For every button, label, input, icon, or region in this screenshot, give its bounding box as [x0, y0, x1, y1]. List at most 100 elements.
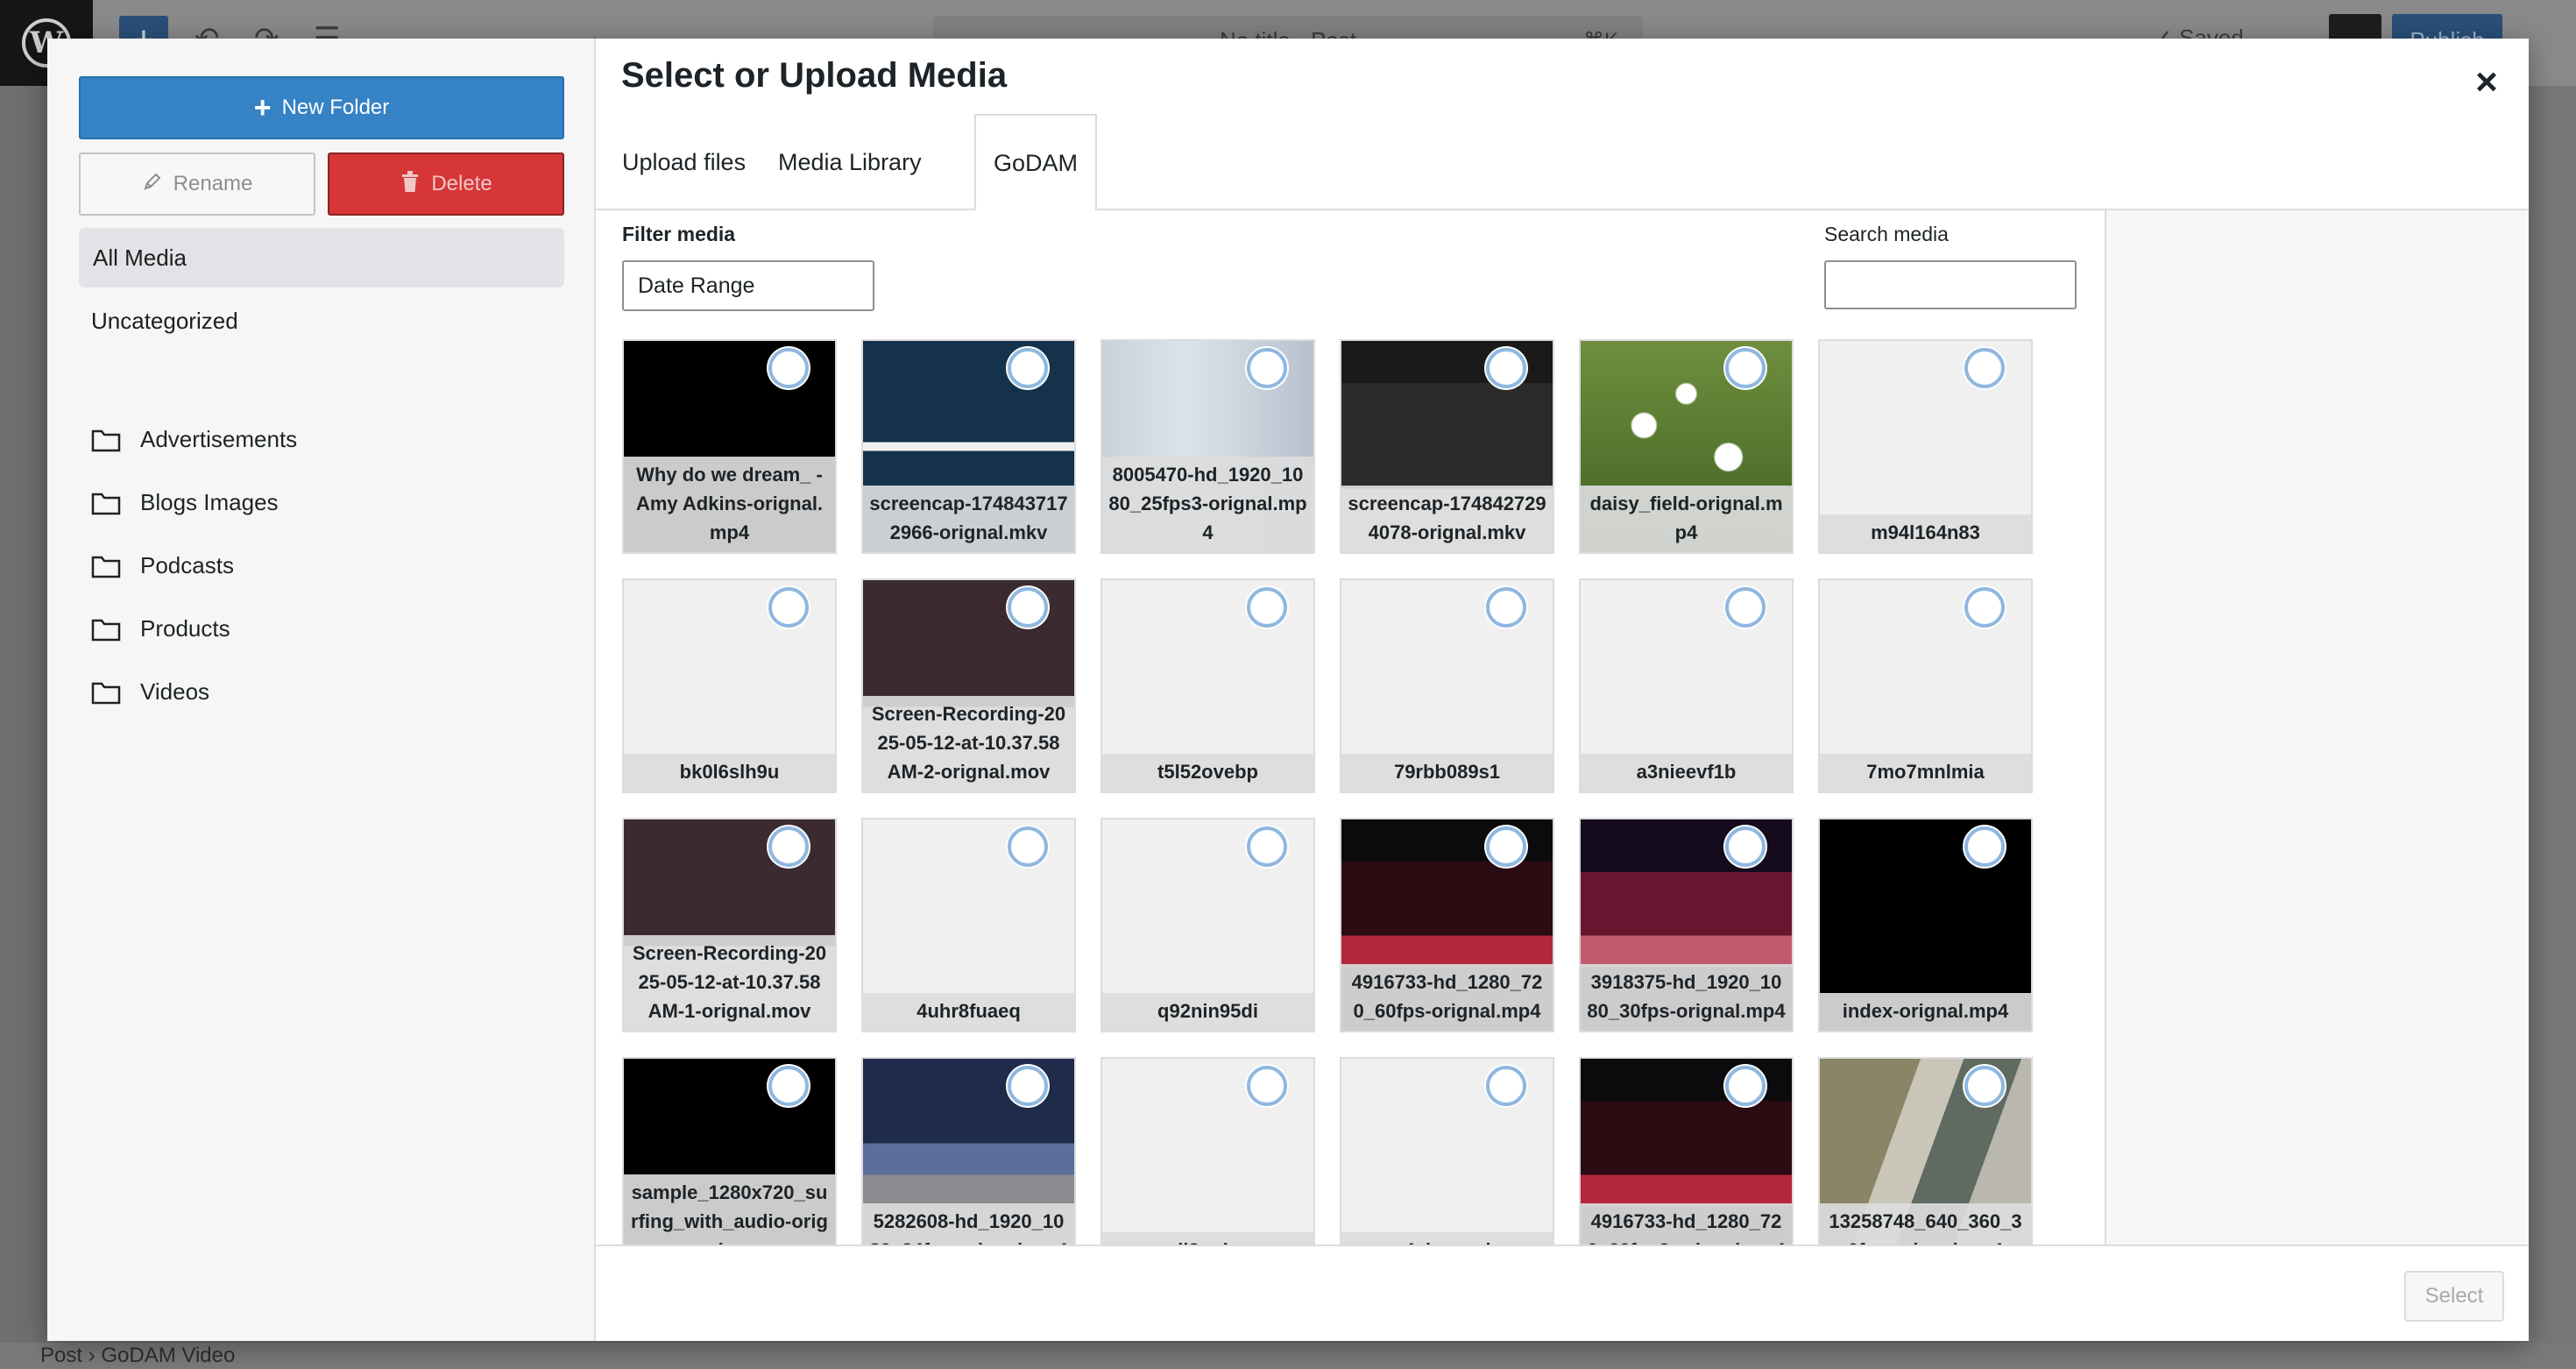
trash-icon: [400, 169, 421, 200]
folder-label: Videos: [140, 677, 210, 705]
tab-godam[interactable]: GoDAM: [974, 114, 1098, 212]
media-filename: 4916733-hd_1280_720_60fps-orignal.mp4: [1341, 964, 1553, 1031]
select-checkbox[interactable]: [1725, 1066, 1766, 1106]
media-item[interactable]: Screen-Recording-2025-05-12-at-10.37.58 …: [861, 578, 1076, 793]
select-checkbox[interactable]: [1725, 587, 1766, 628]
media-filename: index-orignal.mp4: [1820, 993, 2031, 1031]
uncategorized-item[interactable]: Uncategorized: [91, 301, 238, 340]
media-item[interactable]: 4uhr8fuaeq: [861, 818, 1076, 1032]
media-item[interactable]: index-orignal.mp4: [1818, 818, 2033, 1032]
media-filename: Why do we dream_ - Amy Adkins-orignal.mp…: [624, 457, 835, 552]
folder-item-advertisements[interactable]: Advertisements: [91, 417, 297, 461]
select-checkbox[interactable]: [768, 348, 809, 388]
plus-icon: +: [253, 90, 272, 124]
select-checkbox[interactable]: [1486, 587, 1526, 628]
media-item[interactable]: Screen-Recording-2025-05-12-at-10.37.58 …: [622, 818, 837, 1032]
media-filename: daisy_field-orignal.mp4: [1581, 486, 1792, 552]
select-checkbox[interactable]: [1964, 1066, 2005, 1106]
select-checkbox[interactable]: [1486, 348, 1526, 388]
select-checkbox[interactable]: [1247, 1066, 1287, 1106]
media-filename: Screen-Recording-2025-05-12-at-10.37.58 …: [624, 935, 835, 1031]
attachment-details-panel: [2105, 210, 2529, 1283]
folder-item-podcasts[interactable]: Podcasts: [91, 543, 234, 587]
media-item[interactable]: 3918375-hd_1920_1080_30fps-orignal.mp4: [1579, 818, 1794, 1032]
media-item[interactable]: t5l52ovebp: [1100, 578, 1315, 793]
media-filename: 7mo7mnlmia: [1820, 754, 2031, 791]
folder-icon: [91, 617, 121, 642]
media-item[interactable]: Why do we dream_ - Amy Adkins-orignal.mp…: [622, 339, 837, 554]
select-checkbox[interactable]: [1725, 348, 1766, 388]
media-filename: screencap-1748427294078-orignal.mkv: [1341, 486, 1553, 552]
select-checkbox[interactable]: [1247, 587, 1287, 628]
media-item[interactable]: daisy_field-orignal.mp4: [1579, 339, 1794, 554]
media-item[interactable]: 7mo7mnlmia: [1818, 578, 2033, 793]
media-item[interactable]: m94l164n83: [1818, 339, 2033, 554]
media-item[interactable]: screencap-1748427294078-orignal.mkv: [1340, 339, 1554, 554]
media-filename: 8005470-hd_1920_1080_25fps3-orignal.mp4: [1102, 457, 1313, 552]
close-icon[interactable]: ×: [2469, 60, 2504, 103]
folder-item-videos[interactable]: Videos: [91, 670, 209, 713]
media-item[interactable]: 13258748_640_360_30fps-orignal.mp4: [1818, 1057, 2033, 1272]
select-checkbox[interactable]: [1964, 587, 2005, 628]
media-grid: Why do we dream_ - Amy Adkins-orignal.mp…: [622, 339, 2077, 1280]
media-item[interactable]: q92nin95di: [1100, 818, 1315, 1032]
media-item[interactable]: 4916733-hd_1280_720_60fps2-orignal.mp4: [1579, 1057, 1794, 1272]
media-item[interactable]: 4916733-hd_1280_720_60fps-orignal.mp4: [1340, 818, 1554, 1032]
tab-upload-files[interactable]: Upload files: [605, 114, 763, 210]
media-filename: m94l164n83: [1820, 514, 2031, 552]
folder-item-blogs-images[interactable]: Blogs Images: [91, 480, 279, 524]
media-filename: Screen-Recording-2025-05-12-at-10.37.58 …: [863, 696, 1074, 791]
all-media-item[interactable]: All Media: [79, 228, 564, 287]
media-item[interactable]: p4eirgumds: [1340, 1057, 1554, 1272]
delete-button[interactable]: Delete: [328, 153, 564, 216]
date-range-select[interactable]: Date Range: [622, 260, 874, 311]
media-item[interactable]: sample_1280x720_surfing_with_audio-orign…: [622, 1057, 837, 1272]
select-checkbox[interactable]: [1486, 1066, 1526, 1106]
pencil-icon: [142, 171, 163, 198]
select-checkbox[interactable]: [768, 826, 809, 867]
folder-label: Advertisements: [140, 425, 298, 452]
media-item[interactable]: 79rbb089s1: [1340, 578, 1554, 793]
search-media-input[interactable]: [1824, 260, 2077, 309]
modal-toolbar: Select: [596, 1245, 2529, 1341]
media-item[interactable]: bk0l6slh9u: [622, 578, 837, 793]
media-modal: + New Folder Rename Delete All Media Unc…: [47, 39, 2529, 1341]
media-filename: q92nin95di: [1102, 993, 1313, 1031]
folder-icon: [91, 428, 121, 452]
media-filename: 4uhr8fuaeq: [863, 993, 1074, 1031]
folder-icon: [91, 554, 121, 578]
select-checkbox[interactable]: [1008, 587, 1048, 628]
folder-label: Blogs Images: [140, 488, 279, 515]
select-checkbox[interactable]: [768, 1066, 809, 1106]
select-checkbox[interactable]: [1247, 826, 1287, 867]
media-item[interactable]: screencap-1748437172966-orignal.mkv: [861, 339, 1076, 554]
tab-media-library[interactable]: Media Library: [761, 114, 939, 210]
editor-sidebar-edge: [2528, 86, 2576, 1348]
media-filename: a3nieevf1b: [1581, 754, 1792, 791]
delete-label: Delete: [431, 172, 492, 195]
select-checkbox[interactable]: [1725, 826, 1766, 867]
media-item[interactable]: 5282608-hd_1920_1080_24fps-orignal.mp4: [861, 1057, 1076, 1272]
select-checkbox[interactable]: [1008, 826, 1048, 867]
modal-title: Select or Upload Media: [621, 56, 1008, 95]
select-checkbox[interactable]: [1247, 348, 1287, 388]
media-browser: Filter media Date Range Search media Why…: [596, 210, 2105, 1283]
search-media-label: Search media: [1824, 223, 1949, 245]
folder-item-products[interactable]: Products: [91, 606, 230, 650]
rename-button[interactable]: Rename: [79, 153, 315, 216]
media-item[interactable]: a3nieevf1b: [1579, 578, 1794, 793]
select-checkbox[interactable]: [1964, 826, 2005, 867]
rename-label: Rename: [173, 172, 253, 195]
new-folder-button[interactable]: + New Folder: [79, 76, 564, 139]
media-item[interactable]: grli8uujmg: [1100, 1057, 1315, 1272]
select-checkbox[interactable]: [1486, 826, 1526, 867]
media-item[interactable]: 8005470-hd_1920_1080_25fps3-orignal.mp4: [1100, 339, 1315, 554]
select-checkbox[interactable]: [1964, 348, 2005, 388]
media-filename: bk0l6slh9u: [624, 754, 835, 791]
select-checkbox[interactable]: [1008, 1066, 1048, 1106]
folder-label: Podcasts: [140, 551, 234, 578]
select-button[interactable]: Select: [2404, 1271, 2504, 1322]
select-checkbox[interactable]: [768, 587, 809, 628]
media-filename: t5l52ovebp: [1102, 754, 1313, 791]
select-checkbox[interactable]: [1008, 348, 1048, 388]
